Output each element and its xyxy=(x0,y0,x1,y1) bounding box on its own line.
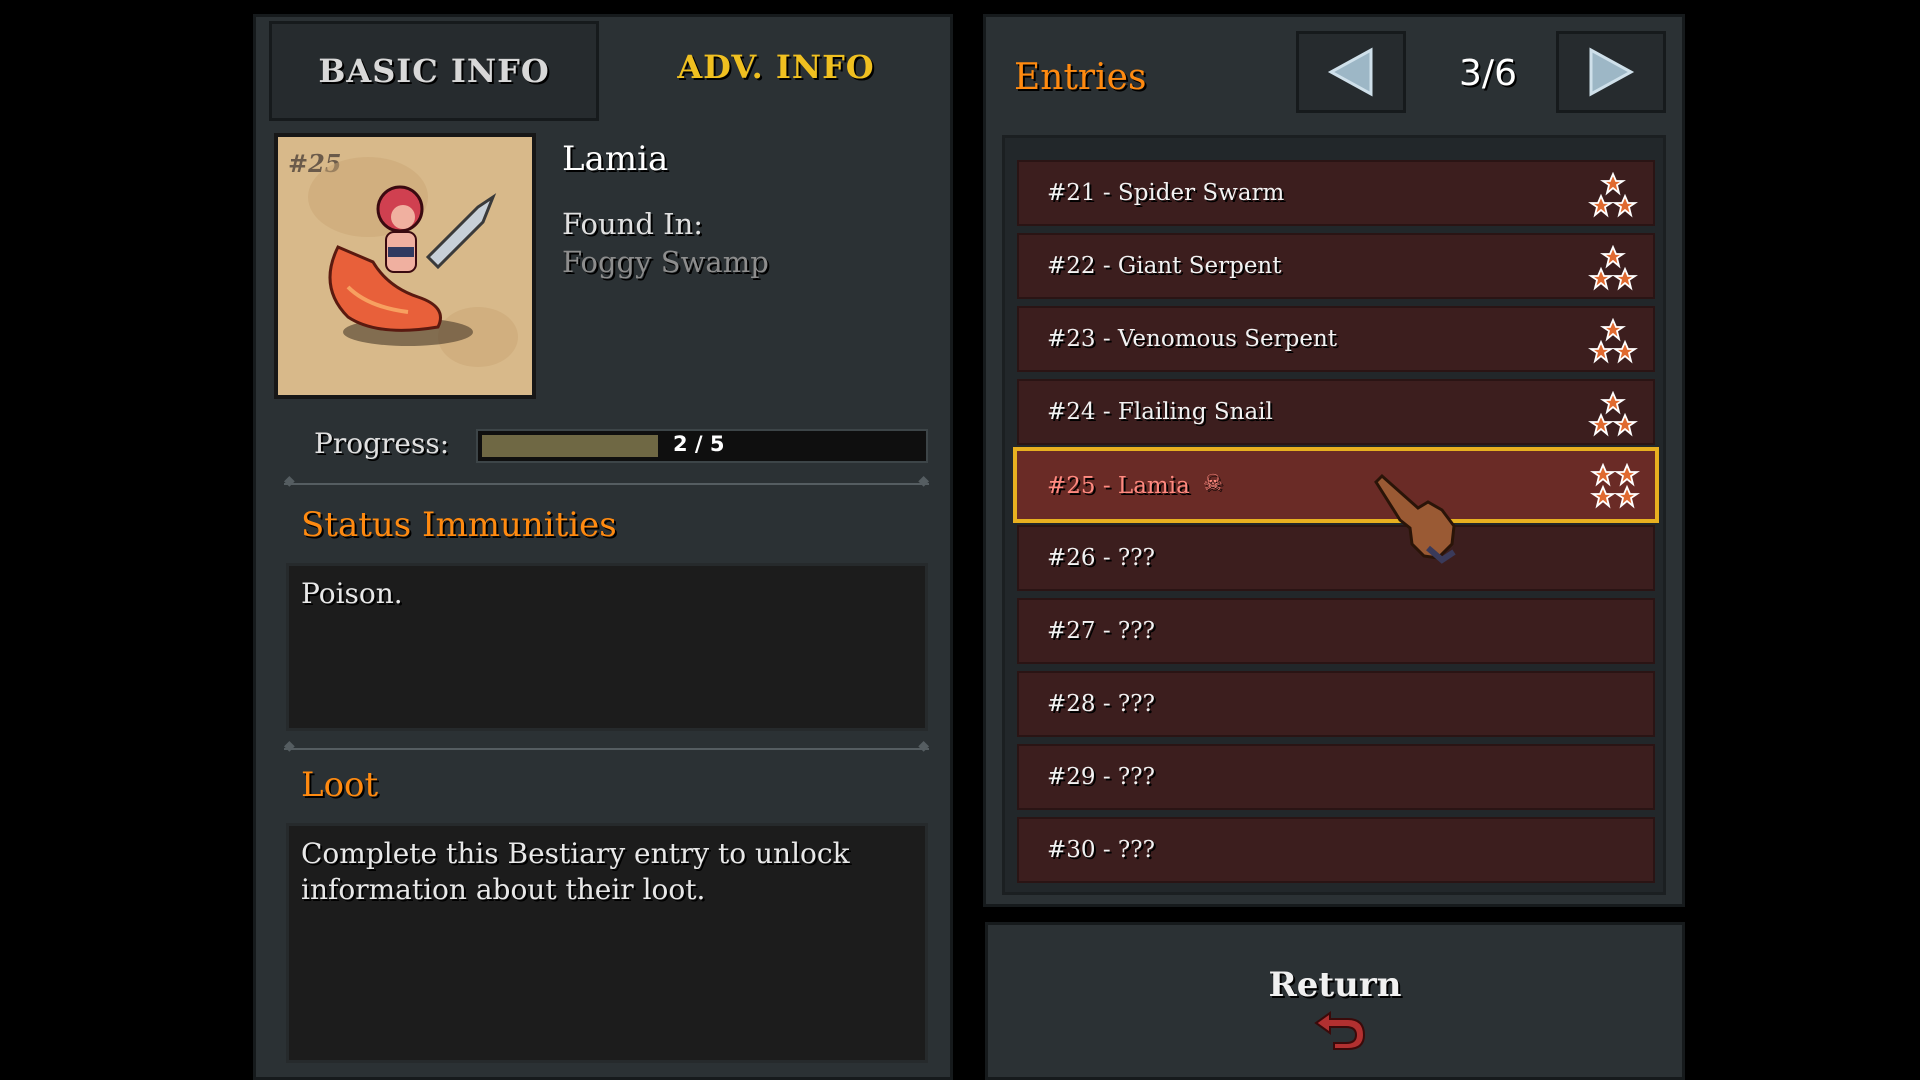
entry-label: #30 - ??? xyxy=(1047,837,1155,863)
entries-title: Entries xyxy=(1014,57,1147,98)
arrow-right-icon xyxy=(1589,47,1635,97)
three-stars-icon xyxy=(1587,318,1639,366)
progress-label: Progress: xyxy=(314,427,450,460)
three-stars-icon xyxy=(1587,391,1639,439)
progress-text: 2 / 5 xyxy=(673,432,725,456)
loot-box: Complete this Bestiary entry to unlock i… xyxy=(286,823,928,1063)
entry-label: #22 - Giant Serpent xyxy=(1047,253,1282,279)
progress-bar: 2 / 5 xyxy=(476,429,928,463)
entry-label: #23 - Venomous Serpent xyxy=(1047,326,1338,352)
skull-icon: ☠ xyxy=(1203,471,1223,496)
found-in-label: Found In: xyxy=(562,207,704,241)
four-stars-icon xyxy=(1589,463,1641,511)
loot-text: Complete this Bestiary entry to unlock i… xyxy=(301,837,850,906)
progress-fill xyxy=(482,435,658,457)
hand-cursor-icon xyxy=(1374,473,1456,564)
tab-adv-info[interactable]: ADV. INFO xyxy=(606,17,946,117)
entry-item[interactable]: #30 - ??? xyxy=(1017,817,1655,883)
entry-label: #21 - Spider Swarm xyxy=(1047,180,1285,206)
immunities-text: Poison. xyxy=(301,577,403,610)
entry-item[interactable]: #23 - Venomous Serpent xyxy=(1017,306,1655,372)
found-in-location: Foggy Swamp xyxy=(562,245,769,279)
loot-title: Loot xyxy=(301,765,379,805)
status-immunities-title: Status Immunities xyxy=(301,505,617,545)
prev-page-button[interactable] xyxy=(1296,31,1406,113)
entry-label: #26 - ??? xyxy=(1047,545,1155,571)
entry-item[interactable]: #28 - ??? xyxy=(1017,671,1655,737)
entry-label: #29 - ??? xyxy=(1047,764,1155,790)
entry-label: #27 - ??? xyxy=(1047,618,1155,644)
entry-label: #28 - ??? xyxy=(1047,691,1155,717)
return-button[interactable]: Return xyxy=(985,922,1685,1080)
entry-item[interactable]: #21 - Spider Swarm xyxy=(1017,160,1655,226)
bestiary-detail-panel: BASIC INFO ADV. INFO #25 Lamia Found In:… xyxy=(253,14,953,1080)
next-page-button[interactable] xyxy=(1556,31,1666,113)
entry-item[interactable]: #22 - Giant Serpent xyxy=(1017,233,1655,299)
entry-list: #21 - Spider Swarm #22 - Giant Serpent #… xyxy=(1002,135,1666,895)
monster-name: Lamia xyxy=(562,139,669,179)
return-arrow-icon xyxy=(1314,1011,1366,1050)
entry-item-selected[interactable]: #25 - Lamia ☠ xyxy=(1013,447,1659,523)
entries-panel: Entries 3/6 #21 - Spider Swarm #22 - Gia… xyxy=(983,14,1685,907)
immunities-box: Poison. xyxy=(286,563,928,731)
entry-item[interactable]: #24 - Flailing Snail xyxy=(1017,379,1655,445)
entry-item[interactable]: #27 - ??? xyxy=(1017,598,1655,664)
three-stars-icon xyxy=(1587,172,1639,220)
entry-item[interactable]: #29 - ??? xyxy=(1017,744,1655,810)
three-stars-icon xyxy=(1587,245,1639,293)
lamia-sprite xyxy=(308,157,518,367)
arrow-left-icon xyxy=(1327,47,1373,97)
return-label: Return xyxy=(1268,965,1402,1005)
monster-portrait: #25 xyxy=(274,133,536,399)
divider xyxy=(284,473,929,489)
tab-basic-info[interactable]: BASIC INFO xyxy=(269,21,599,121)
entry-label: #25 - Lamia xyxy=(1047,473,1190,499)
entry-item[interactable]: #26 - ??? xyxy=(1017,525,1655,591)
divider xyxy=(284,738,929,754)
entry-label: #24 - Flailing Snail xyxy=(1047,399,1273,425)
page-indicator: 3/6 xyxy=(1459,53,1517,94)
